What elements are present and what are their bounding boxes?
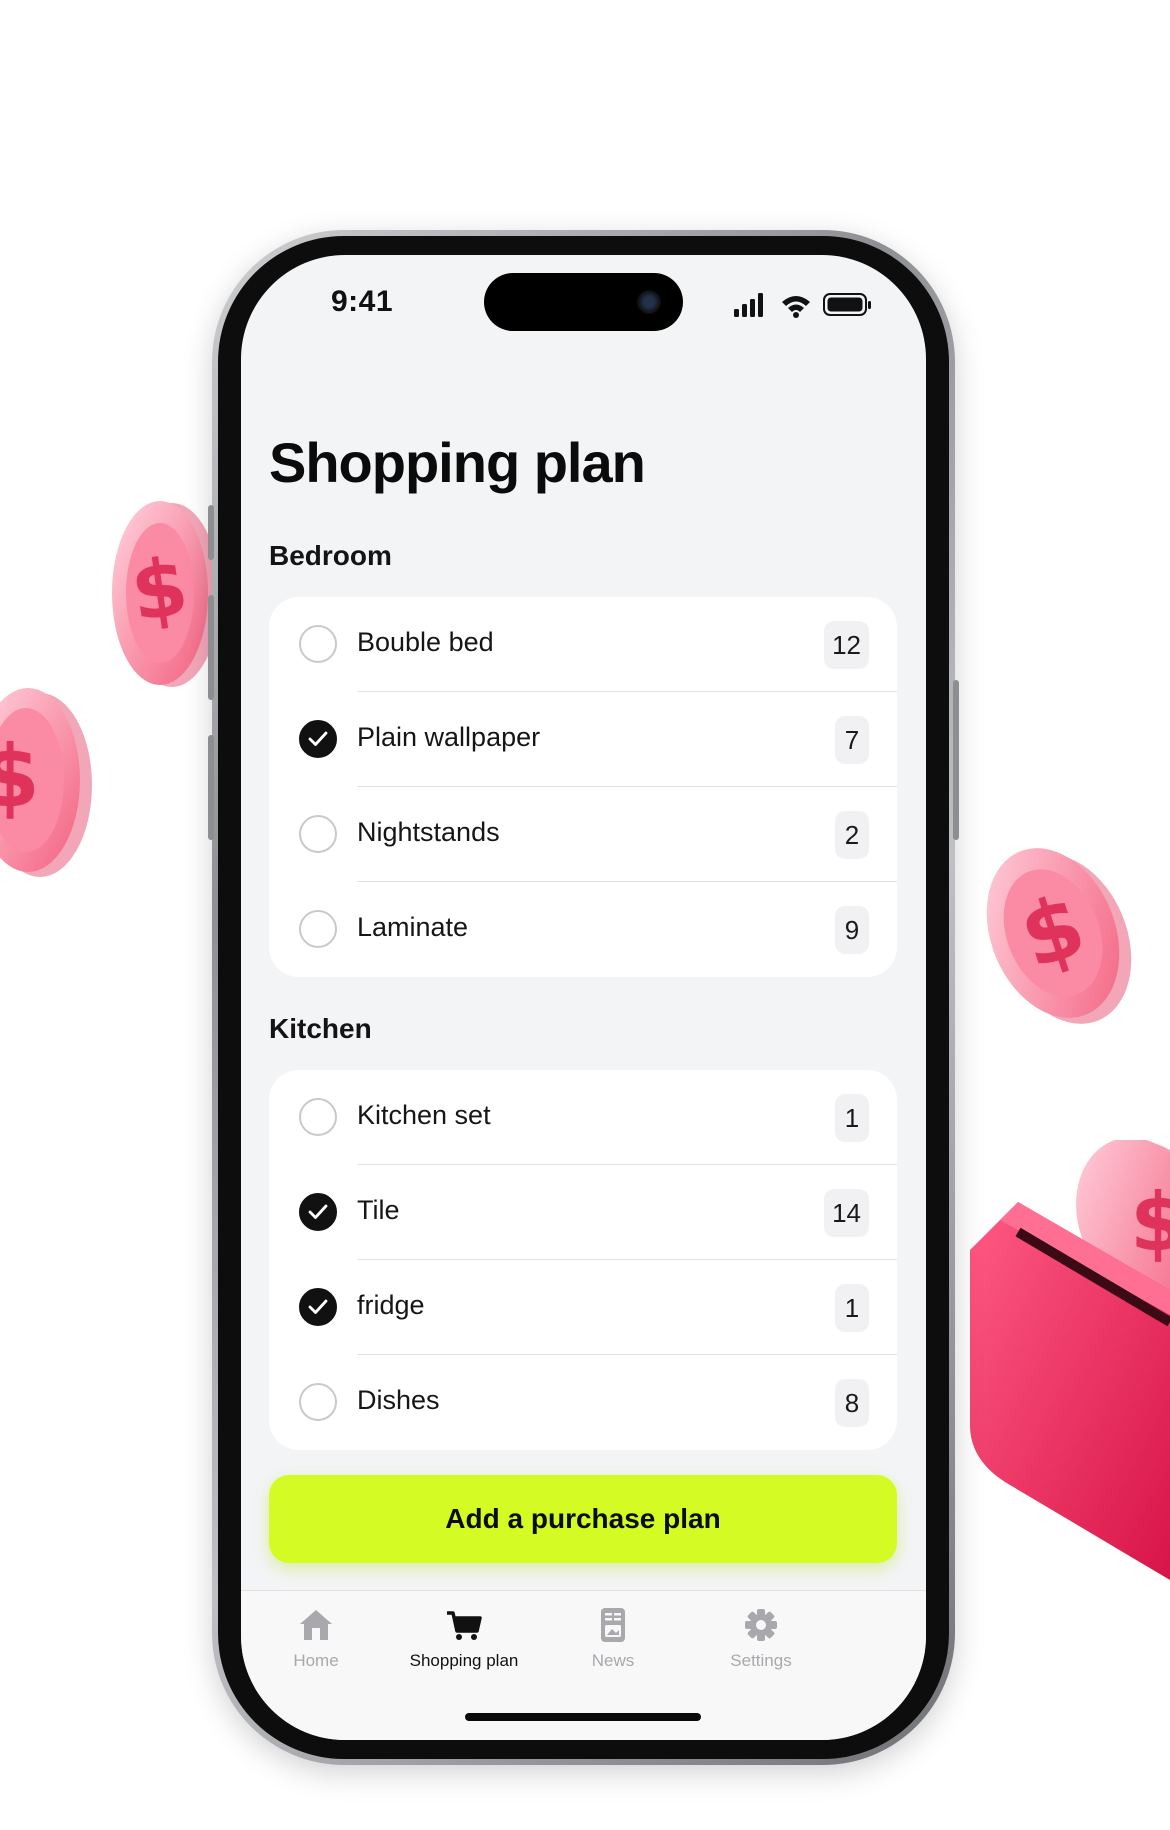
tab-home[interactable]: Home [241,1605,391,1671]
status-icons [734,293,871,318]
volume-up-button [208,595,214,700]
home-icon [300,1610,332,1640]
checkmark-icon [308,1299,328,1314]
checkbox-unchecked[interactable] [299,1383,337,1421]
checkbox-checked[interactable] [299,1193,337,1231]
cellular-signal-icon [734,293,763,317]
action-button [208,505,214,560]
dollar-coin-icon: $ [986,848,1132,1024]
tab-label: Home [293,1651,339,1670]
dynamic-island [484,273,683,331]
checkbox-checked[interactable] [299,720,337,758]
tab-label: Settings [730,1651,792,1670]
news-icon [601,1608,625,1642]
item-label: fridge [357,1290,425,1320]
item-label: Kitchen set [357,1100,491,1130]
checkbox-unchecked[interactable] [299,1098,337,1136]
checkmark-icon [308,731,328,746]
wallet-icon: $ [970,1140,1170,1580]
quantity-badge: 14 [824,1189,869,1237]
quantity-badge: 2 [835,811,869,859]
kitchen-list: Kitchen set 1 Tile 14 fridge 1 Dishes 8 [269,1070,897,1450]
gear-icon [745,1609,777,1641]
list-item[interactable]: Nightstands 2 [269,787,897,882]
tab-label: Shopping plan [409,1651,519,1670]
list-item[interactable]: Bouble bed 12 [269,597,897,692]
home-indicator [465,1713,701,1721]
list-item[interactable]: Plain wallpaper 7 [269,692,897,787]
item-label: Plain wallpaper [357,722,541,752]
checkbox-unchecked[interactable] [299,625,337,663]
phone-screen: 9:41 Shopping plan Bedroom Bouble bed 12 [241,255,926,1740]
svg-text:$: $ [1130,1176,1170,1269]
checkmark-icon [308,1204,328,1219]
tab-news[interactable]: News [538,1605,688,1671]
list-item[interactable]: Dishes 8 [269,1355,897,1450]
item-label: Bouble bed [357,627,494,657]
wifi-icon [782,296,810,318]
tab-settings[interactable]: Settings [686,1605,836,1671]
item-label: Laminate [357,912,469,942]
dollar-coin-icon: $ [0,688,92,877]
power-button [953,680,959,840]
list-item[interactable]: Kitchen set 1 [269,1070,897,1165]
cart-icon [447,1611,482,1640]
list-item[interactable]: Laminate 9 [269,882,897,977]
camera-icon [637,290,661,314]
bedroom-list: Bouble bed 12 Plain wallpaper 7 Nightsta… [269,597,897,977]
tab-shopping-plan[interactable]: Shopping plan [389,1605,539,1671]
volume-down-button [208,735,214,840]
section-title-kitchen: Kitchen [269,1013,372,1044]
quantity-badge: 12 [824,621,869,669]
section-title-bedroom: Bedroom [269,540,392,571]
battery-icon [823,293,871,316]
svg-text:$: $ [0,727,40,827]
list-item[interactable]: fridge 1 [269,1260,897,1355]
item-label: Tile [357,1195,400,1225]
add-purchase-plan-button[interactable]: Add a purchase plan [269,1475,897,1563]
quantity-badge: 9 [835,906,869,954]
checkbox-unchecked[interactable] [299,815,337,853]
quantity-badge: 1 [835,1094,869,1142]
checkbox-unchecked[interactable] [299,910,337,948]
status-time: 9:41 [331,285,394,318]
item-label: Dishes [357,1385,440,1415]
item-label: Nightstands [357,817,500,847]
page-title: Shopping plan [269,431,646,494]
dollar-coin-icon: $ [112,501,220,687]
quantity-badge: 7 [835,716,869,764]
tab-label: News [591,1651,635,1670]
quantity-badge: 8 [835,1379,869,1427]
checkbox-checked[interactable] [299,1288,337,1326]
quantity-badge: 1 [835,1284,869,1332]
list-item[interactable]: Tile 14 [269,1165,897,1260]
